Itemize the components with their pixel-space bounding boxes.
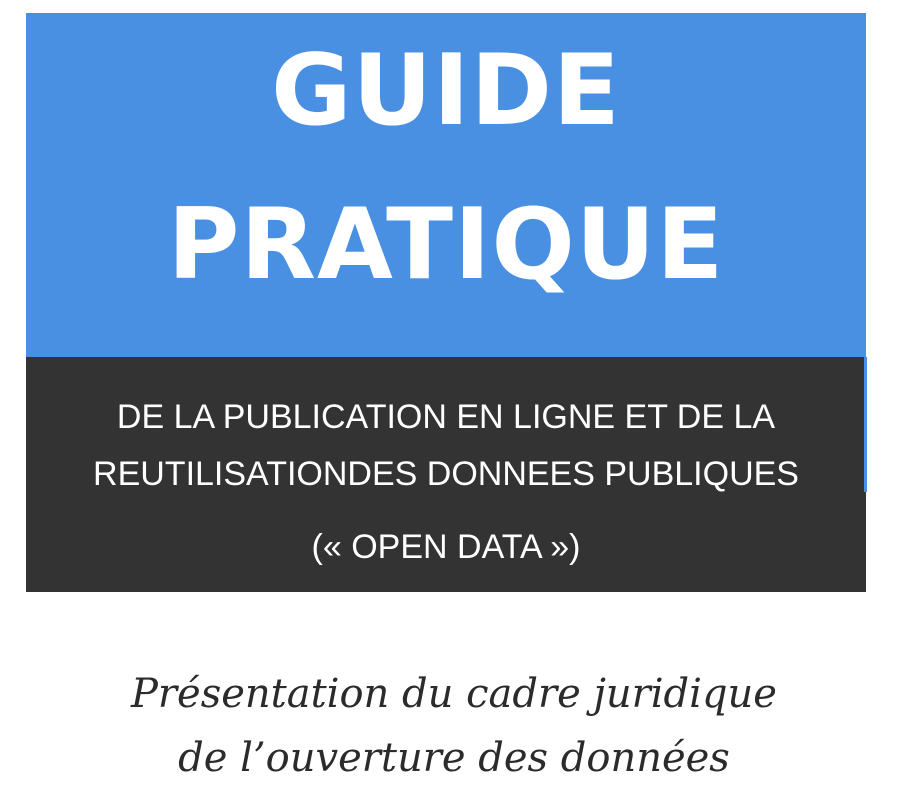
title-pratique: PRATIQUE bbox=[167, 188, 725, 302]
document-page: GUIDE PRATIQUE DE LA PUBLICATION EN LIGN… bbox=[0, 0, 908, 806]
subtitle-line-1: DE LA PUBLICATION EN LIGNE ET DE LA bbox=[116, 398, 776, 436]
subtitle-open-data: (« OPEN DATA ») bbox=[311, 528, 581, 566]
subtitle-line-2: REUTILISATIONDES DONNEES PUBLIQUES bbox=[93, 455, 799, 493]
presentation-line-1: Présentation du cadre juridique bbox=[131, 671, 777, 717]
title-guide: GUIDE bbox=[271, 34, 621, 148]
presentation-line-2: de l’ouverture des données bbox=[178, 735, 730, 781]
